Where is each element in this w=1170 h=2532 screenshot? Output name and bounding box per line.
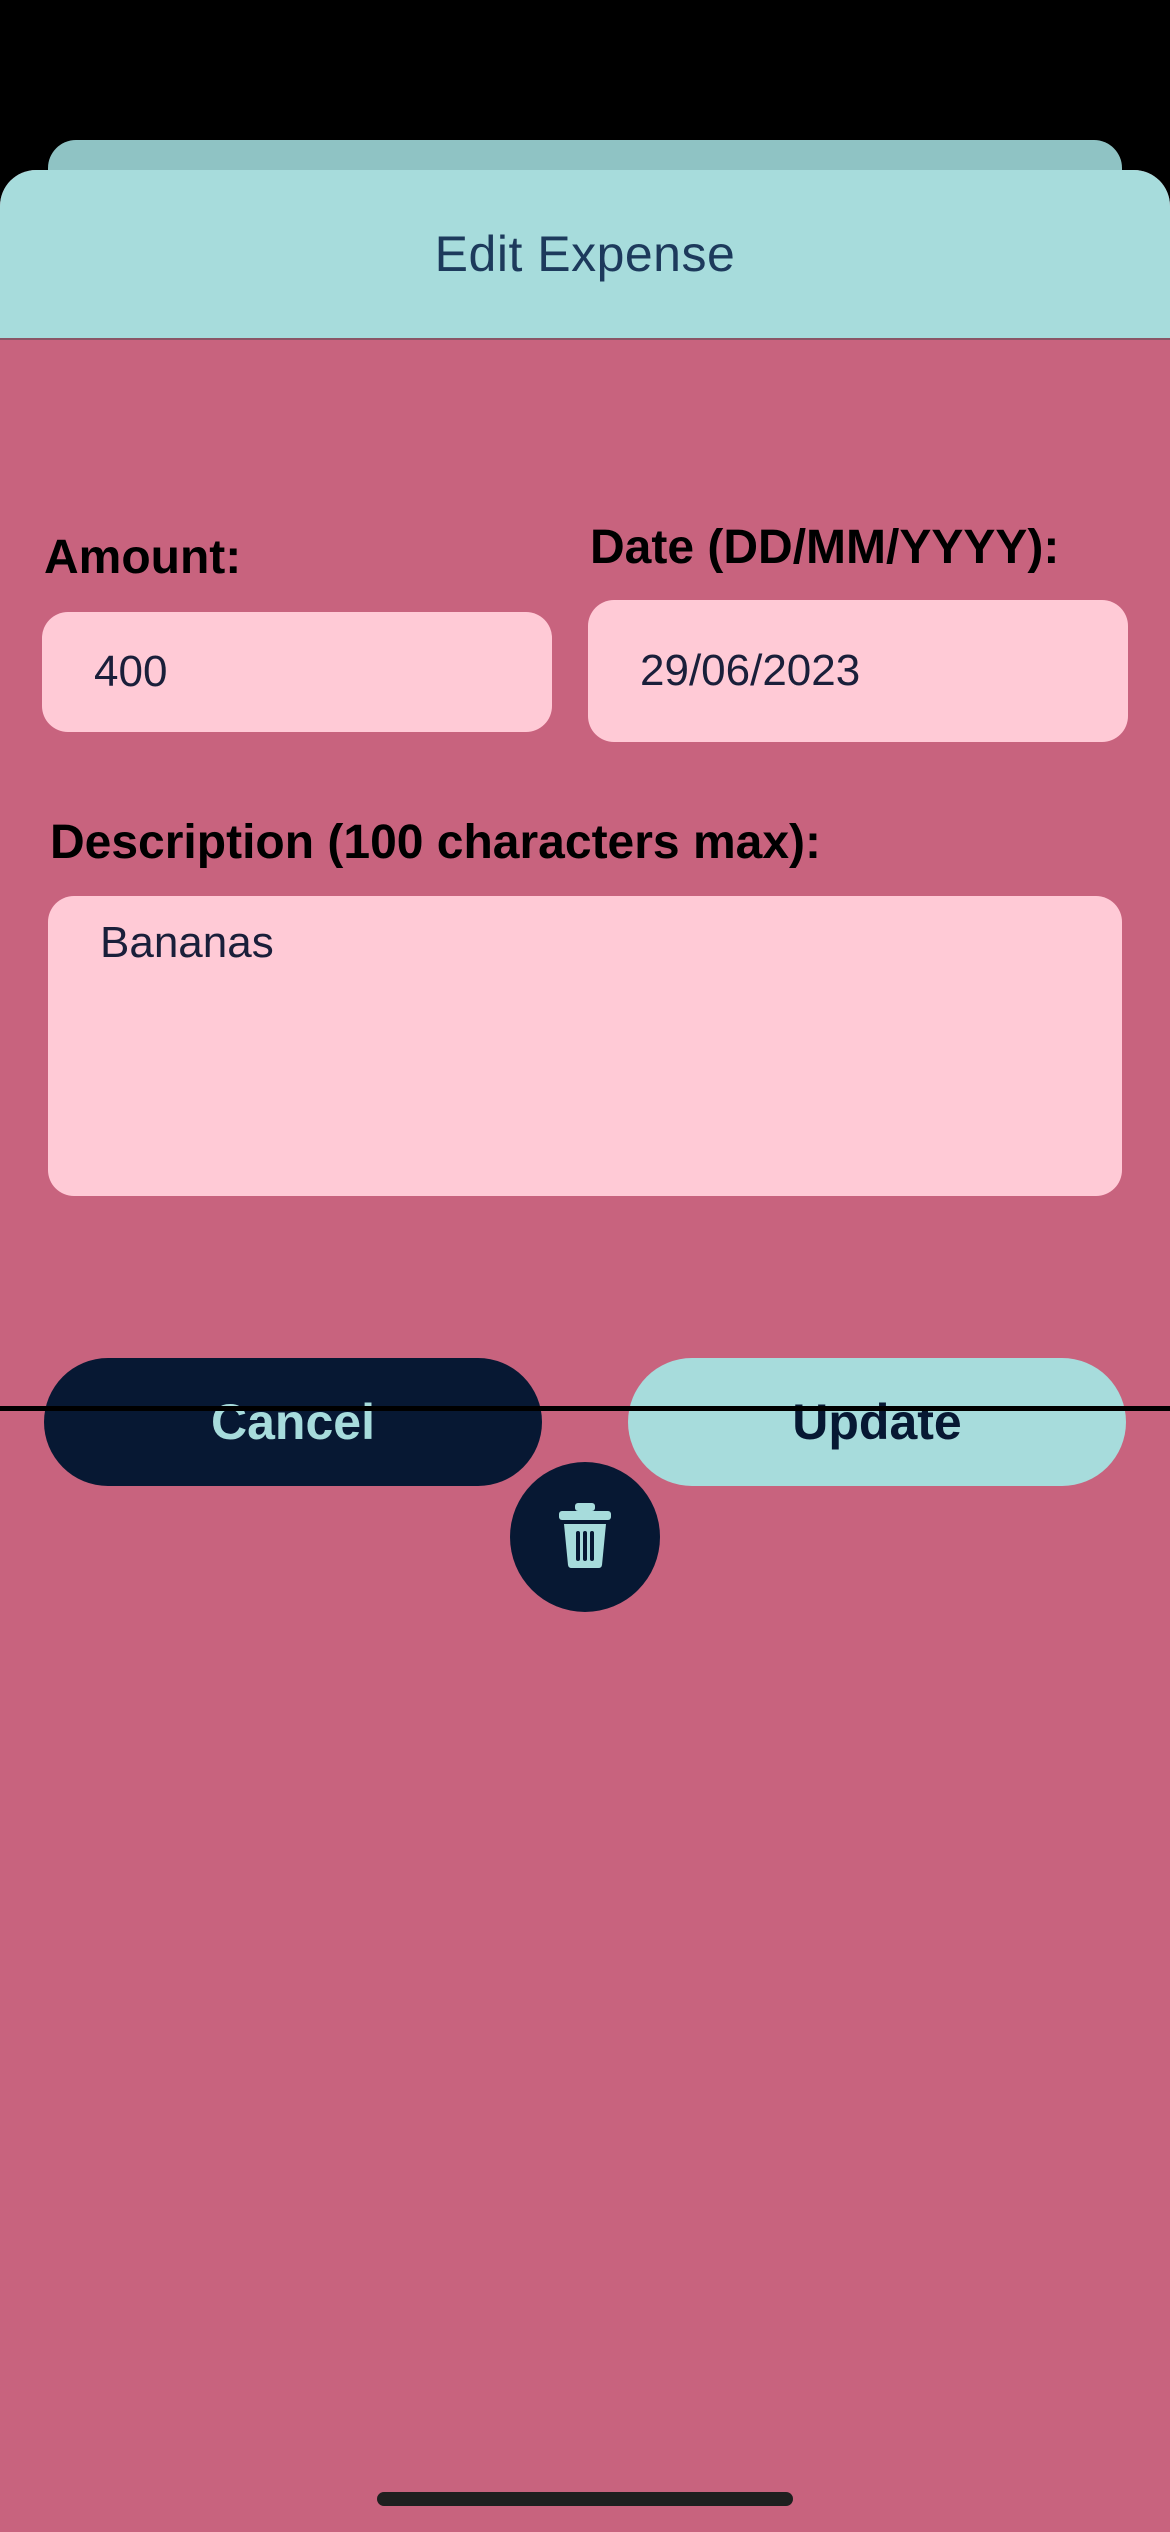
update-button[interactable]: Update bbox=[628, 1358, 1126, 1486]
description-label: Description (100 characters max): bbox=[50, 816, 821, 869]
delete-button[interactable] bbox=[510, 1462, 660, 1612]
amount-value: 400 bbox=[94, 647, 168, 696]
date-value: 29/06/2023 bbox=[640, 646, 861, 695]
amount-label: Amount: bbox=[44, 531, 242, 584]
description-value: Bananas bbox=[100, 918, 274, 967]
amount-input[interactable]: 400 bbox=[42, 612, 552, 732]
screen: Edit Expense Amount: 400 Date (DD/MM/YYY… bbox=[0, 0, 1170, 2532]
edit-expense-sheet: Edit Expense Amount: 400 Date (DD/MM/YYY… bbox=[0, 170, 1170, 2532]
page-title: Edit Expense bbox=[434, 226, 736, 282]
trash-icon bbox=[555, 1501, 615, 1574]
description-input[interactable]: Bananas bbox=[48, 896, 1122, 1196]
divider bbox=[0, 1406, 1170, 1411]
cancel-button-label: Cancel bbox=[211, 1394, 375, 1450]
cancel-button[interactable]: Cancel bbox=[44, 1358, 542, 1486]
home-indicator[interactable] bbox=[377, 2492, 793, 2506]
date-label: Date (DD/MM/YYYY): bbox=[590, 521, 1060, 574]
date-input[interactable]: 29/06/2023 bbox=[588, 600, 1128, 742]
sheet-header: Edit Expense bbox=[0, 170, 1170, 340]
update-button-label: Update bbox=[792, 1394, 962, 1450]
